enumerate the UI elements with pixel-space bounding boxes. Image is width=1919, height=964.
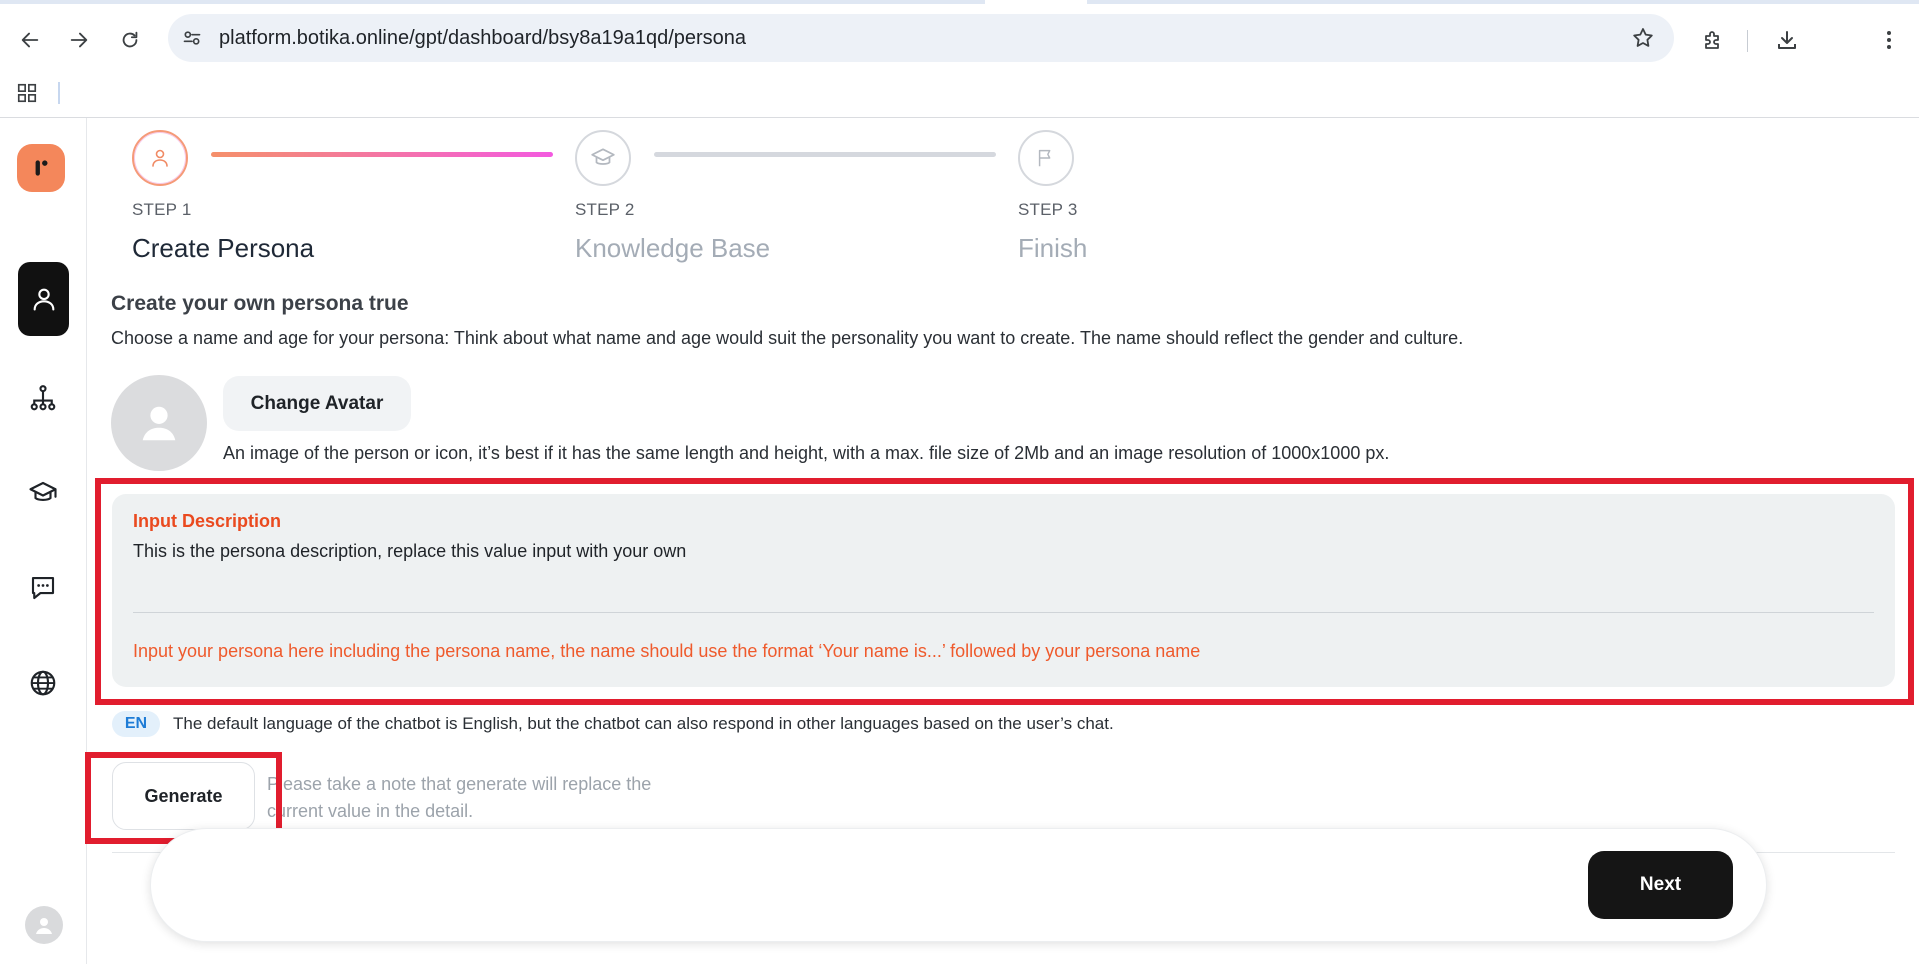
user-avatar[interactable]	[25, 906, 63, 944]
generate-button[interactable]: Generate	[112, 762, 255, 830]
language-note: The default language of the chatbot is E…	[173, 714, 1114, 733]
page-title: Create your own persona true	[111, 292, 409, 315]
persona-page: STEP 1 STEP 2 STEP 3 Create Persona Know…	[85, 118, 1919, 964]
step-3-indicator[interactable]	[1018, 130, 1074, 186]
persona-instructions: Choose a name and age for your persona: …	[111, 328, 1464, 348]
sidebar-item-persona[interactable]	[18, 262, 69, 336]
flag-icon	[1038, 149, 1051, 167]
user-icon	[33, 288, 54, 311]
sidebar-item-web[interactable]	[17, 657, 69, 709]
step-1-indicator[interactable]	[132, 130, 188, 186]
step-3-title[interactable]: Finish	[1018, 233, 1087, 264]
user-icon	[152, 149, 168, 167]
back-icon[interactable]	[14, 24, 46, 56]
bookmark-star-icon[interactable]	[1630, 25, 1656, 51]
reload-icon[interactable]	[114, 24, 146, 56]
user-icon	[142, 406, 176, 441]
step-2-title[interactable]: Knowledge Base	[575, 233, 770, 264]
footer-action-bar: Next	[150, 828, 1767, 942]
chat-bubble-icon	[31, 576, 55, 600]
persona-description-field[interactable]: Input Description This is the persona de…	[112, 494, 1895, 687]
sidebar-item-knowledge[interactable]	[17, 467, 69, 519]
step-3-number: STEP 3	[1018, 200, 1078, 219]
sidebar-item-integration[interactable]	[17, 372, 69, 424]
toolbar-divider	[1747, 30, 1748, 52]
description-textarea[interactable]: This is the persona description, replace…	[133, 541, 1873, 593]
description-label: Input Description	[133, 511, 281, 531]
next-button[interactable]: Next	[1588, 851, 1733, 919]
user-icon	[36, 918, 52, 934]
field-divider	[133, 612, 1874, 613]
step-1-progress	[211, 152, 553, 157]
download-icon[interactable]	[1771, 24, 1803, 56]
graduation-cap-icon	[29, 481, 57, 501]
step-1-title[interactable]: Create Persona	[132, 233, 314, 264]
step-1-number: STEP 1	[132, 200, 192, 219]
bookmarks-bar	[0, 70, 1919, 118]
hierarchy-icon	[30, 385, 56, 411]
menu-icon[interactable]	[1873, 24, 1905, 56]
step-2-progress	[654, 152, 996, 157]
address-bar[interactable]: platform.botika.online/gpt/dashboard/bsy…	[168, 14, 1674, 62]
browser-toolbar: platform.botika.online/gpt/dashboard/bsy…	[0, 4, 1919, 70]
persona-avatar[interactable]	[111, 375, 207, 471]
avatar-requirements: An image of the person or icon, it’s bes…	[223, 443, 1390, 463]
site-info-icon[interactable]	[180, 26, 204, 50]
sidebar-item-chat[interactable]	[17, 562, 69, 614]
app-sidebar	[0, 118, 87, 964]
forward-icon[interactable]	[63, 24, 95, 56]
globe-icon	[30, 670, 56, 696]
botika-logo[interactable]	[17, 144, 65, 192]
description-hint: Input your persona here including the pe…	[133, 641, 1201, 661]
change-avatar-button[interactable]: Change Avatar	[223, 376, 411, 431]
apps-icon[interactable]	[14, 80, 40, 106]
step-2-number: STEP 2	[575, 200, 635, 219]
graduation-cap-icon	[591, 148, 615, 165]
generate-note: Please take a note that generate will re…	[267, 774, 652, 821]
step-2-indicator[interactable]	[575, 130, 631, 186]
language-badge: EN	[112, 711, 160, 737]
url-text[interactable]: platform.botika.online/gpt/dashboard/bsy…	[219, 27, 746, 50]
extensions-icon[interactable]	[1697, 24, 1729, 56]
bookmarks-divider	[58, 82, 60, 104]
